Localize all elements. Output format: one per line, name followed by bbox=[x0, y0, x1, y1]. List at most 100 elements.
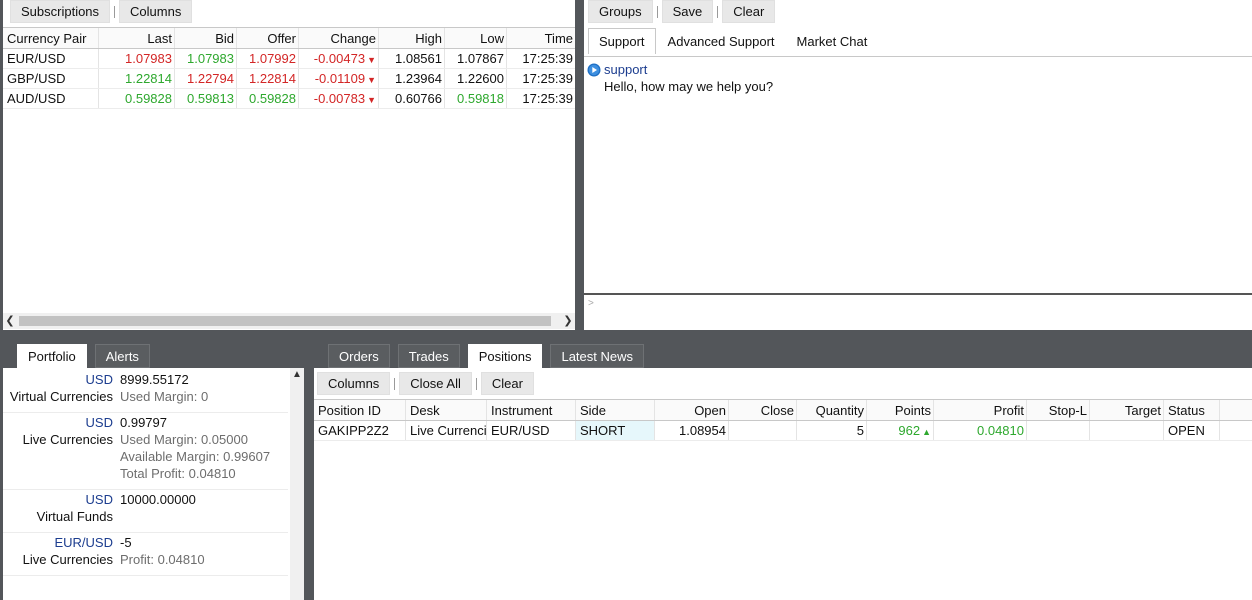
portfolio-tabs: Portfolio Alerts bbox=[17, 344, 150, 368]
quote-cell-pair: AUD/USD bbox=[3, 89, 99, 108]
portfolio-account[interactable]: USD Live Currencies 0.99797 Used Margin: 0.… bbox=[3, 413, 288, 490]
col-header-quantity[interactable]: Quantity bbox=[797, 400, 867, 420]
groups-button[interactable]: Groups bbox=[588, 0, 653, 23]
tab-support[interactable]: Support bbox=[588, 28, 656, 54]
quote-cell-low: 1.07867 bbox=[445, 49, 507, 68]
position-cell-status: OPEN bbox=[1164, 421, 1220, 440]
quote-cell-change: -0.01109 ▼ bbox=[299, 69, 379, 88]
col-header-high[interactable]: High bbox=[379, 28, 445, 48]
save-button[interactable]: Save bbox=[661, 0, 714, 23]
down-arrow-icon: ▼ bbox=[367, 95, 376, 105]
account-detail-label: Available Margin: bbox=[120, 449, 220, 464]
quote-cell-pair: EUR/USD bbox=[3, 49, 99, 68]
scrollbar-thumb[interactable] bbox=[19, 316, 551, 326]
toolbar-separator bbox=[475, 378, 477, 390]
account-detail-value: 0.04810 bbox=[188, 466, 236, 481]
account-detail-label: Total Profit: bbox=[120, 466, 186, 481]
tab-market-chat[interactable]: Market Chat bbox=[787, 28, 878, 54]
position-cell-side: SHORT bbox=[576, 421, 655, 440]
col-header-instrument[interactable]: Instrument bbox=[487, 400, 576, 420]
down-arrow-icon: ▼ bbox=[367, 55, 376, 65]
chat-tabs: Support Advanced Support Market Chat bbox=[588, 28, 877, 54]
col-header-close[interactable]: Close bbox=[729, 400, 797, 420]
quotes-horizontal-scrollbar[interactable]: ❮ ❯ bbox=[3, 313, 575, 329]
col-header-currency-pair[interactable]: Currency Pair bbox=[3, 28, 99, 48]
col-header-low[interactable]: Low bbox=[445, 28, 507, 48]
quote-cell-time: 17:25:39 bbox=[522, 91, 573, 106]
account-detail-value: 0.04810 bbox=[157, 552, 205, 567]
quote-cell-pair: GBP/USD bbox=[3, 69, 99, 88]
col-header-bid[interactable]: Bid bbox=[175, 28, 237, 48]
col-header-change[interactable]: Change bbox=[299, 28, 379, 48]
up-arrow-icon: ▲ bbox=[922, 427, 931, 437]
account-currency: EUR/USD bbox=[54, 535, 113, 550]
portfolio-vertical-scrollbar[interactable]: ▲ bbox=[290, 368, 304, 600]
col-header-stop-loss[interactable]: Stop-L bbox=[1027, 400, 1090, 420]
portfolio-account[interactable]: EUR/USD Live Currencies -5 Profit: 0.04810 bbox=[3, 533, 288, 576]
chat-input[interactable]: > bbox=[584, 295, 1252, 330]
quote-cell-high: 0.60766 bbox=[379, 89, 445, 108]
account-detail-label: Profit: bbox=[120, 552, 154, 567]
portfolio-account[interactable]: USD Virtual Funds 10000.00000 bbox=[3, 490, 288, 533]
toolbar-separator bbox=[717, 6, 719, 18]
positions-table-header: Position ID Desk Instrument Side Open Cl… bbox=[314, 399, 1252, 421]
positions-table: Position ID Desk Instrument Side Open Cl… bbox=[314, 399, 1252, 441]
col-header-points[interactable]: Points bbox=[867, 400, 934, 420]
col-header-profit[interactable]: Profit bbox=[934, 400, 1027, 420]
positions-tabs: Orders Trades Positions Latest News bbox=[328, 344, 645, 368]
clear-button[interactable]: Clear bbox=[722, 0, 776, 23]
tab-latest-news[interactable]: Latest News bbox=[550, 344, 645, 368]
quote-cell-low: 0.59818 bbox=[445, 89, 507, 108]
quote-row[interactable]: GBP/USD 1.22814 1.22794 1.22814 -0.01109 ▼ 1.2… bbox=[3, 69, 575, 89]
tab-trades[interactable]: Trades bbox=[397, 344, 460, 368]
tab-advanced-support[interactable]: Advanced Support bbox=[658, 28, 785, 54]
col-header-open[interactable]: Open bbox=[655, 400, 729, 420]
portfolio-account[interactable]: USD Virtual Currencies 8999.55172 Used Marg… bbox=[3, 370, 288, 413]
quote-row[interactable]: EUR/USD 1.07983 1.07983 1.07992 -0.00473 ▼ 1.0… bbox=[3, 49, 575, 69]
subscriptions-button[interactable]: Subscriptions bbox=[10, 0, 111, 23]
quotes-table-header: Currency Pair Last Bid Offer Change High… bbox=[3, 27, 575, 49]
col-header-target[interactable]: Target bbox=[1090, 400, 1164, 420]
account-detail-value: 0 bbox=[200, 389, 209, 404]
scroll-up-icon[interactable]: ▲ bbox=[290, 368, 304, 382]
position-cell-points: 962 ▲ bbox=[867, 421, 934, 440]
positions-panel: Columns Close All Clear Position ID Desk… bbox=[314, 368, 1252, 600]
quote-cell-offer: 1.22814 bbox=[237, 69, 299, 88]
quote-cell-bid: 1.07983 bbox=[175, 49, 237, 68]
col-header-time[interactable]: Time bbox=[507, 28, 575, 48]
account-name: Live Currencies bbox=[22, 552, 113, 567]
account-name: Virtual Currencies bbox=[9, 389, 113, 404]
position-cell-target bbox=[1090, 421, 1164, 440]
tab-portfolio[interactable]: Portfolio bbox=[17, 344, 87, 368]
position-cell-quantity: 5 bbox=[797, 421, 867, 440]
quotes-toolbar: Subscriptions Columns bbox=[3, 0, 575, 26]
down-arrow-icon: ▼ bbox=[367, 75, 376, 85]
columns-button[interactable]: Columns bbox=[317, 372, 391, 395]
clear-button[interactable]: Clear bbox=[480, 372, 534, 395]
positions-table-body: GAKIPP2Z2Live CurrenciesEUR/USDSHORT1.08… bbox=[314, 421, 1252, 441]
position-cell-desk: Live Currencies bbox=[406, 421, 487, 440]
scroll-right-icon[interactable]: ❯ bbox=[561, 313, 575, 329]
tab-alerts[interactable]: Alerts bbox=[94, 344, 150, 368]
col-header-last[interactable]: Last bbox=[99, 28, 175, 48]
account-detail: Used Margin: 0 bbox=[120, 389, 208, 404]
col-header-side[interactable]: Side bbox=[576, 400, 655, 420]
quotes-panel: Subscriptions Columns Currency Pair Last… bbox=[3, 0, 575, 330]
position-cell-close bbox=[729, 421, 797, 440]
tab-orders[interactable]: Orders bbox=[328, 344, 390, 368]
account-detail-label: Used Margin: bbox=[120, 389, 198, 404]
account-detail-value: 0.05000 bbox=[200, 432, 248, 447]
account-detail: Profit: 0.04810 bbox=[120, 552, 205, 567]
account-detail: Total Profit: 0.04810 bbox=[120, 466, 236, 481]
col-header-position-id[interactable]: Position ID bbox=[314, 400, 406, 420]
quote-row[interactable]: AUD/USD 0.59828 0.59813 0.59828 -0.00783 ▼ 0.6… bbox=[3, 89, 575, 109]
columns-button[interactable]: Columns bbox=[119, 0, 193, 23]
col-header-status[interactable]: Status bbox=[1164, 400, 1220, 420]
col-header-offer[interactable]: Offer bbox=[237, 28, 299, 48]
col-header-desk[interactable]: Desk bbox=[406, 400, 487, 420]
chat-sender: support bbox=[604, 62, 648, 77]
position-row[interactable]: GAKIPP2Z2Live CurrenciesEUR/USDSHORT1.08… bbox=[314, 421, 1252, 441]
scroll-left-icon[interactable]: ❮ bbox=[3, 313, 17, 329]
close-all-button[interactable]: Close All bbox=[399, 372, 472, 395]
tab-positions[interactable]: Positions bbox=[467, 344, 543, 368]
